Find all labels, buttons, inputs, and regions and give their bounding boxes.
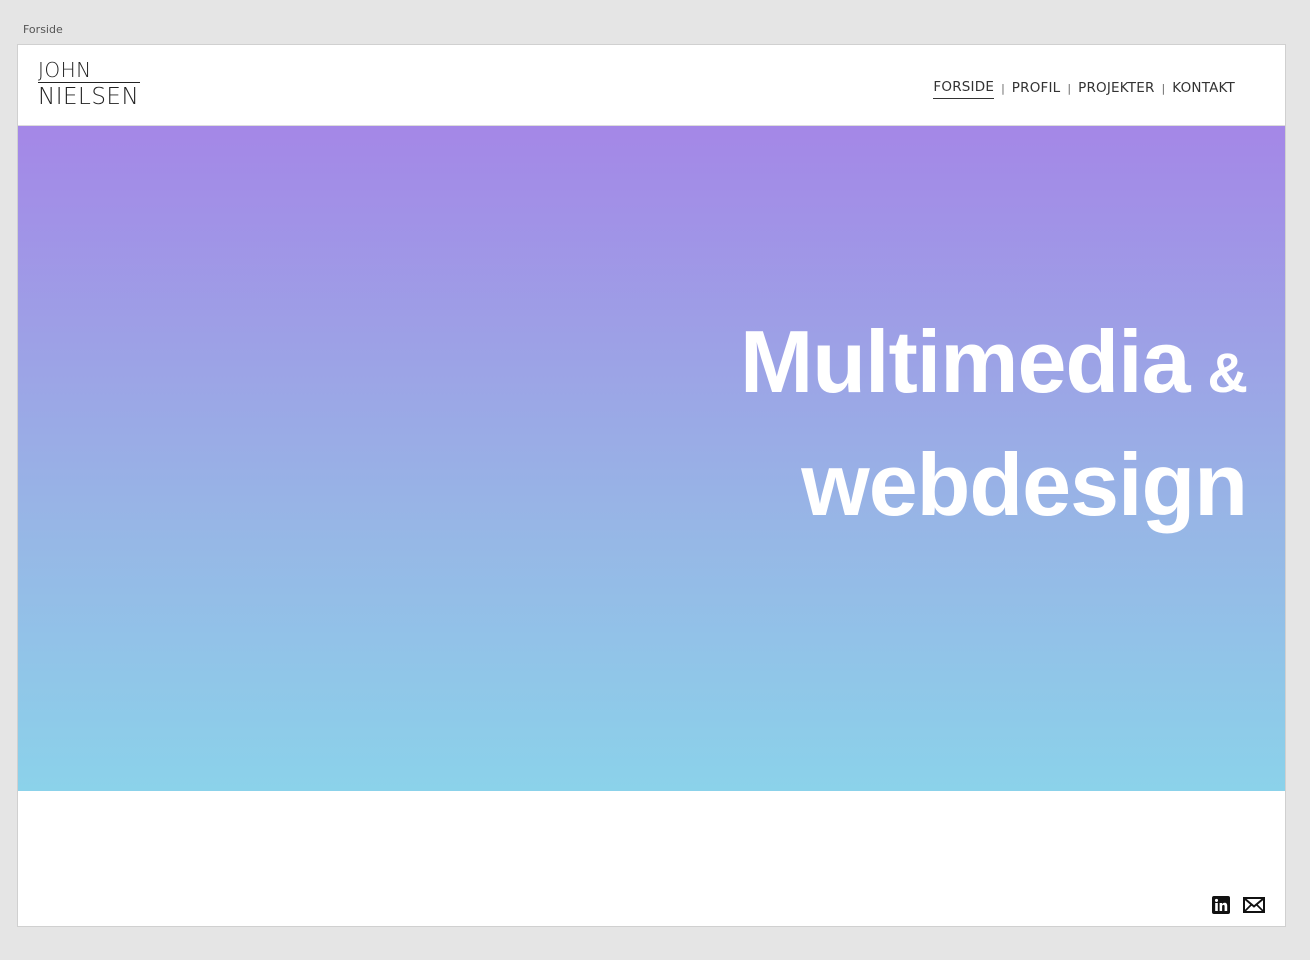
mail-icon[interactable] (1243, 897, 1265, 913)
nav-item-projekter[interactable]: PROJEKTER (1078, 79, 1154, 99)
hero-title-line-1: Multimedia & (739, 306, 1248, 429)
logo[interactable]: JOHN NIELSEN (38, 59, 140, 110)
nav-item-kontakt[interactable]: KONTAKT (1172, 79, 1235, 99)
artboard-label: Forside (23, 23, 63, 36)
main-nav: FORSIDE | PROFIL | PROJEKTER | KONTAKT (933, 78, 1235, 99)
site-header: JOHN NIELSEN FORSIDE | PROFIL | PROJEKTE… (18, 45, 1285, 126)
hero-title-line-2: webdesign (801, 435, 1248, 534)
nav-separator: | (1067, 82, 1072, 95)
linkedin-icon[interactable] (1212, 896, 1230, 914)
nav-separator: | (1161, 82, 1166, 95)
artboard: JOHN NIELSEN FORSIDE | PROFIL | PROJEKTE… (17, 44, 1286, 927)
nav-item-profil[interactable]: PROFIL (1012, 79, 1061, 99)
logo-last-name: NIELSEN (38, 84, 140, 110)
hero-title-word: Multimedia (739, 312, 1191, 411)
hero-banner: Multimedia & webdesign (18, 126, 1285, 791)
nav-item-forside[interactable]: FORSIDE (933, 78, 995, 99)
hero-ampersand: & (1207, 341, 1248, 404)
nav-separator: | (1001, 82, 1005, 95)
logo-first-name: JOHN (38, 59, 140, 83)
social-links (1199, 896, 1265, 914)
hero-title: Multimedia & webdesign (739, 306, 1248, 541)
